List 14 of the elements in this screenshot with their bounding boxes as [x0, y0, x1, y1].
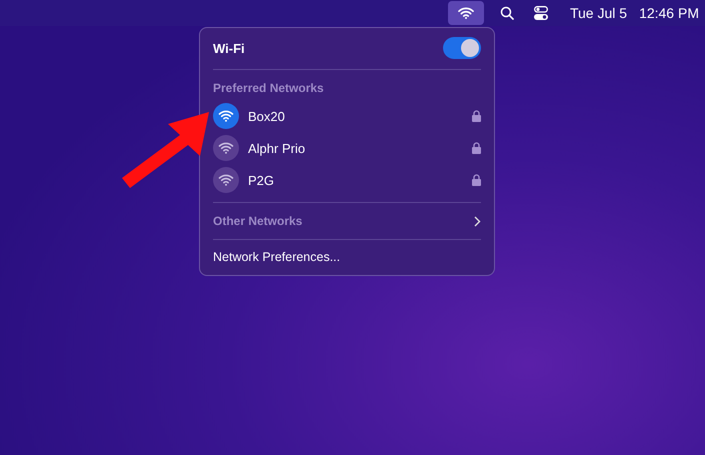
- search-icon[interactable]: [500, 6, 514, 20]
- menu-bar-time: 12:46 PM: [639, 5, 699, 21]
- network-name[interactable]: P2G: [248, 172, 472, 188]
- chevron-right-icon[interactable]: [474, 216, 481, 226]
- wifi-title: Wi-Fi: [213, 40, 245, 56]
- wifi-menu-icon[interactable]: [448, 1, 484, 25]
- network-preferences-item[interactable]: Network Preferences...: [213, 246, 481, 268]
- network-name[interactable]: Box20: [248, 108, 472, 124]
- menu-bar-date: Tue Jul 5: [570, 5, 628, 21]
- network-name[interactable]: Alphr Prio: [248, 140, 472, 156]
- control-center-icon[interactable]: [534, 6, 548, 20]
- section-heading: Preferred Networks: [213, 80, 325, 97]
- wifi-toggle[interactable]: [443, 37, 481, 59]
- other-networks-item[interactable]: Other Networks: [213, 209, 302, 233]
